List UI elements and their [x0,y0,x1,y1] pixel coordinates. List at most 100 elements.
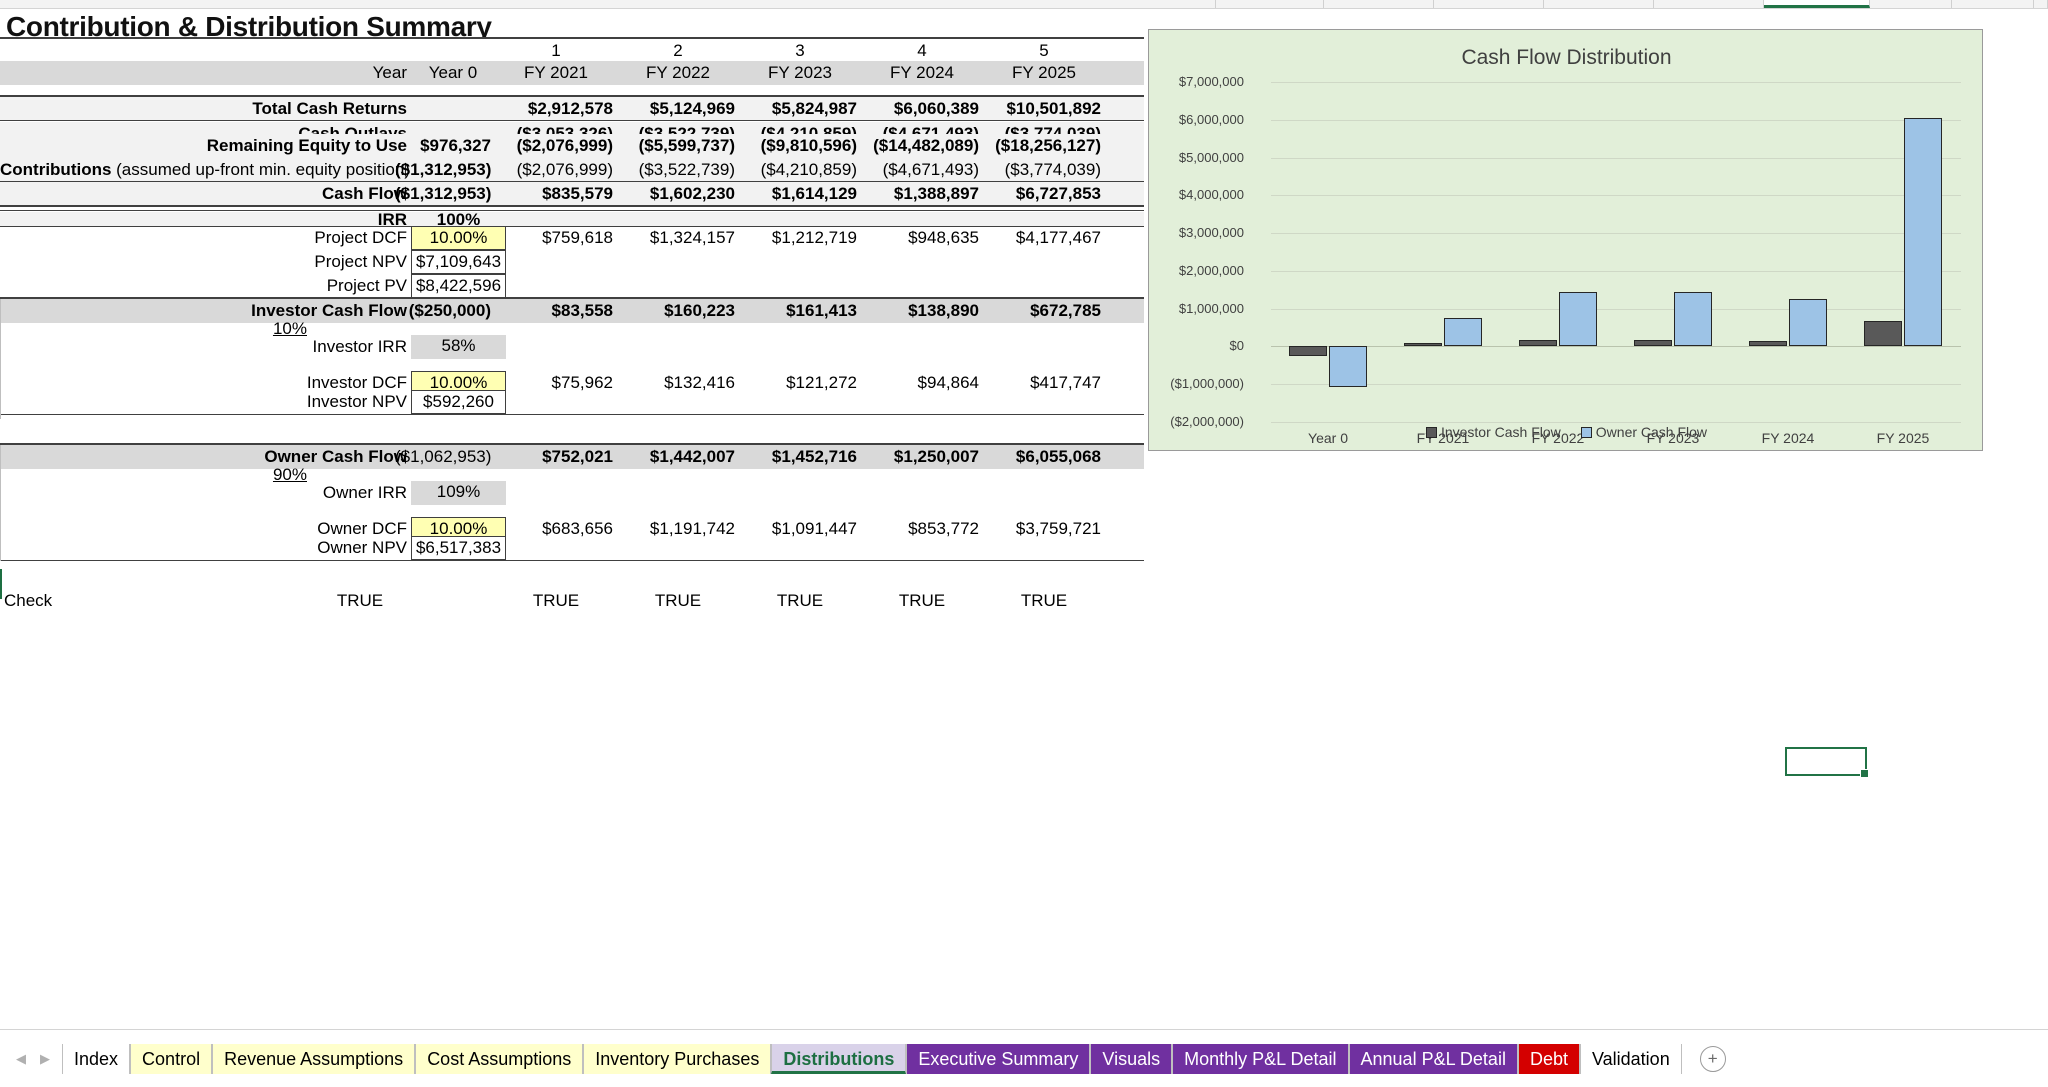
active-cell-selection[interactable] [1785,747,1869,778]
ribbon-group-6[interactable] [1870,0,1952,8]
gridline-neg2000000 [1271,422,1961,423]
period-index-4: 4 [917,41,927,60]
project-dcf-fy2022: $1,324,157 [649,228,735,247]
bar-owner-fy-2021[interactable] [1444,318,1482,347]
sheet-tab-monthly-pl-detail[interactable]: Monthly P&L Detail [1172,1043,1349,1074]
bar-investor-fy-2022[interactable] [1519,340,1557,347]
period-index-2: 2 [673,41,683,60]
cash-flow-year0: ($1,312,953) [395,184,492,203]
ribbon-group-5[interactable] [1654,0,1764,8]
investor-cash-flow-fy2021: $83,558 [551,301,613,320]
sheet-tab-inventory-purchases[interactable]: Inventory Purchases [583,1043,772,1074]
owner-cash-flow-fy2021: $752,021 [542,447,613,466]
label-project-pv: Project PV [326,276,407,295]
legend-item-owner-cash-flow[interactable]: Owner Cash Flow [1580,424,1708,440]
project-pv-value[interactable]: $8,422,596 [411,274,506,298]
chevron-left-icon[interactable]: ◀ [16,1051,26,1067]
gridline-neg1000000 [1271,384,1961,386]
bar-owner-fy-2024[interactable] [1789,299,1827,347]
remaining-equity-fy2023: ($9,810,596) [760,136,857,155]
check-fy2021: TRUE [532,591,580,610]
chevron-right-icon[interactable]: ▶ [40,1051,50,1067]
sheet-tab-annual-pl-detail[interactable]: Annual P&L Detail [1348,1043,1518,1074]
gridline-4000000 [1271,195,1961,197]
legend-label-owner: Owner Cash Flow [1595,424,1708,440]
sheet-tab-control[interactable]: Control [130,1043,213,1074]
investor-npv-value[interactable]: $592,260 [411,390,506,414]
label-project-npv: Project NPV [314,252,407,271]
label-check: Check [4,591,53,610]
sheet-tab-executive-summary[interactable]: Executive Summary [906,1043,1091,1074]
investor-cash-flow-fy2022: $160,223 [664,301,735,320]
bar-investor-fy-2021[interactable] [1404,343,1442,347]
bar-owner-fy-2022[interactable] [1559,292,1597,347]
header-fy-2021: FY 2021 [524,63,588,82]
gridline-2000000 [1271,270,1961,272]
project-dcf-fy2024: $948,635 [908,228,979,247]
investor-dcf-fy2024: $94,864 [917,373,979,392]
gridline-1000000 [1271,308,1961,310]
project-dcf-input[interactable]: 10.00% [411,226,506,250]
excel-worksheet-window: Contribution & Distribution Summary 1 2 … [0,0,2048,1087]
label-remaining-equity: Remaining Equity to Use [206,136,407,155]
investor-dcf-fy2022: $132,416 [664,373,735,392]
owner-npv-value[interactable]: $6,517,383 [411,536,506,560]
ribbon-group-2[interactable] [1324,0,1434,8]
bar-owner-year-0[interactable] [1329,346,1367,387]
ribbon-group-7[interactable] [1952,0,2034,8]
header-fy-2025: FY 2025 [1012,63,1076,82]
sheet-tab-validation[interactable]: Validation [1579,1043,1682,1074]
ytick-3000000: $3,000,000 [1178,225,1244,241]
contributions-fy2024: ($4,671,493) [882,160,979,179]
sheet-tab-distributions[interactable]: Distributions [771,1043,907,1074]
project-dcf-fy2025: $4,177,467 [1015,228,1101,247]
remaining-equity-fy2021: ($2,076,999) [516,136,613,155]
label-contributions: Contributions (assumed up-front min. equ… [0,158,411,182]
ribbon-group-8[interactable] [2034,0,2048,8]
sheet-tab-index[interactable]: Index [62,1043,131,1074]
bar-owner-fy-2025[interactable] [1904,117,1942,347]
ribbon-group-1[interactable] [1216,0,1324,8]
header-year-label: Year [372,63,407,82]
total-cash-returns-fy2023: $5,824,987 [771,99,857,118]
label-investor-irr: Investor IRR [312,337,407,356]
sheet-tab-cost-assumptions[interactable]: Cost Assumptions [415,1043,584,1074]
owner-dcf-fy2023: $1,091,447 [771,519,857,538]
sheet-tab-visuals[interactable]: Visuals [1090,1043,1173,1074]
bar-investor-fy-2023[interactable] [1634,340,1672,347]
legend-item-investor-cash-flow[interactable]: Investor Cash Flow [1425,424,1561,440]
rule-4 [0,205,1144,207]
chart-title: Cash Flow Distribution [1461,46,1672,69]
bar-investor-year-0[interactable] [1289,346,1327,356]
cash-flow-distribution-chart[interactable]: Cash Flow Distribution $7,000,000 $6,000… [1148,29,1983,451]
project-dcf-fy2023: $1,212,719 [771,228,857,247]
legend-swatch-owner-icon [1580,426,1592,438]
period-index-3: 3 [795,41,805,60]
owner-dcf-fy2025: $3,759,721 [1015,519,1101,538]
cash-flow-fy2021: $835,579 [542,184,613,203]
ribbon-group-active[interactable] [1764,0,1870,8]
bar-investor-fy-2024[interactable] [1749,341,1787,347]
project-npv-value[interactable]: $7,109,643 [411,250,506,274]
left-gridline-2 [0,445,1,561]
total-cash-returns-fy2024: $6,060,389 [893,99,979,118]
cash-flow-fy2024: $1,388,897 [893,184,979,203]
bar-investor-fy-2025[interactable] [1864,321,1902,347]
gridline-3000000 [1271,233,1961,235]
remaining-equity-fy2024: ($14,482,089) [873,136,979,155]
owner-dcf-fy2022: $1,191,742 [649,519,735,538]
ytick-0: $0 [1229,338,1244,354]
bar-owner-fy-2023[interactable] [1674,291,1712,347]
worksheet-canvas[interactable]: Contribution & Distribution Summary 1 2 … [0,9,2048,1029]
ribbon-group-4[interactable] [1544,0,1654,8]
sheet-tab-debt[interactable]: Debt [1517,1043,1580,1074]
check-year0: TRUE [336,591,384,610]
remaining-equity-year0: $976,327 [420,136,491,155]
owner-cash-flow-fy2023: $1,452,716 [771,447,857,466]
sheet-tab-bar: ◀ ▶ Index Control Revenue Assumptions Co… [0,1029,2048,1087]
ribbon-group-3[interactable] [1434,0,1544,8]
owner-irr-value: 109% [411,481,506,505]
sheet-tab-revenue-assumptions[interactable]: Revenue Assumptions [212,1043,416,1074]
add-sheet-button[interactable]: + [1699,1045,1726,1072]
cash-flow-fy2022: $1,602,230 [649,184,735,203]
